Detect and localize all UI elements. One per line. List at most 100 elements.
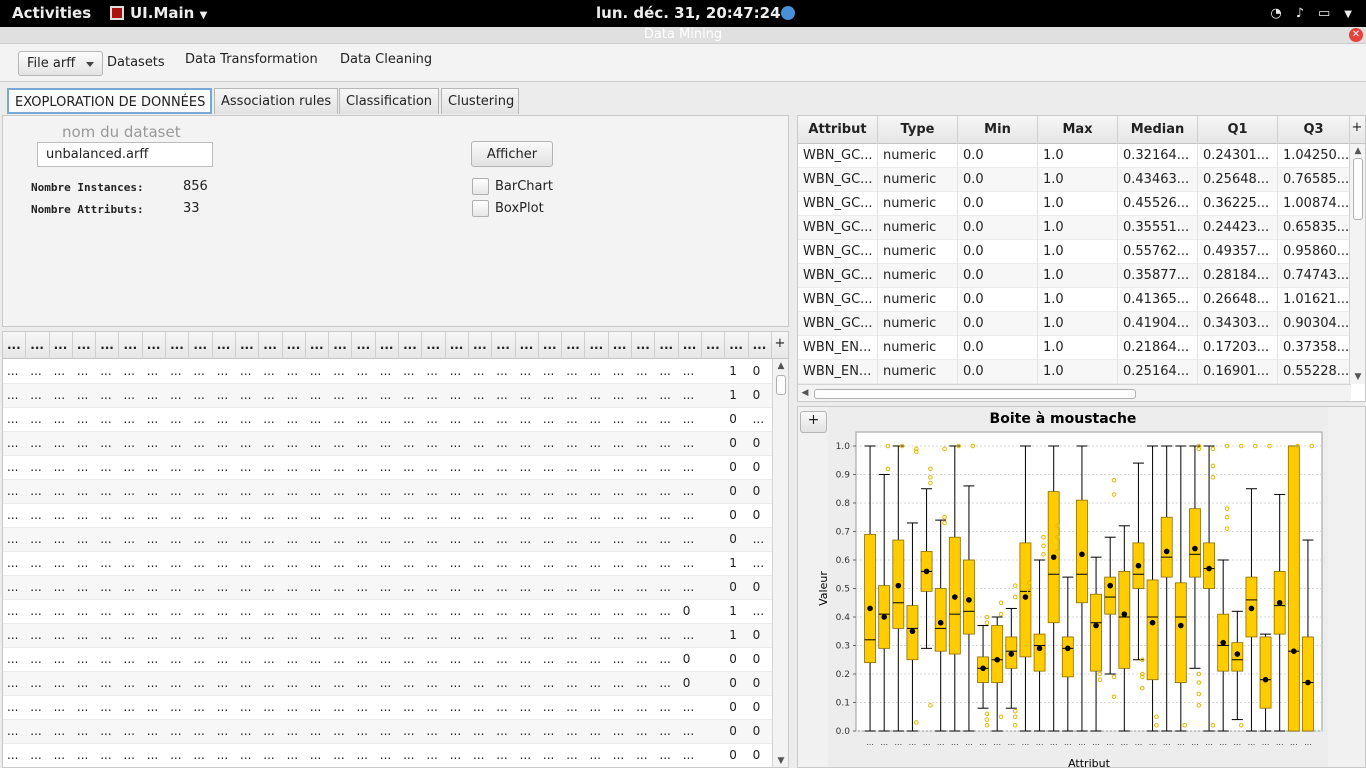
table-row[interactable]: WBN_GC... numeric 0.0 1.0 0.32164... 0.24301.… — [798, 144, 1350, 168]
column-header[interactable]: ... — [213, 332, 236, 359]
data-table-vertical-scrollbar[interactable]: ▲ ▼ — [772, 359, 788, 767]
column-header[interactable]: ... — [306, 332, 330, 359]
table-corner-button[interactable]: + — [772, 332, 788, 359]
column-header[interactable]: ... — [353, 332, 376, 359]
scrollbar-thumb[interactable] — [814, 389, 1136, 399]
scroll-left-icon[interactable]: ◀ — [798, 388, 812, 398]
table-row[interactable]: ........................................… — [3, 480, 773, 504]
barchart-checkbox[interactable] — [472, 178, 489, 195]
table-row[interactable]: ........................................… — [3, 384, 773, 408]
table-row[interactable]: WBN_EN... numeric 0.0 1.0 0.21864... 0.17203.… — [798, 336, 1350, 360]
column-header[interactable]: ... — [26, 332, 50, 359]
table-row[interactable]: ........................................… — [3, 696, 773, 720]
table-row[interactable]: WBN_GC... numeric 0.0 1.0 0.55762... 0.49357.… — [798, 240, 1350, 264]
tab-classification[interactable]: Classification — [339, 88, 439, 114]
column-header[interactable]: ... — [562, 332, 586, 359]
table-row[interactable]: ........................................… — [3, 432, 773, 456]
column-header[interactable]: Max — [1038, 116, 1118, 144]
table-row[interactable]: WBN_GC... numeric 0.0 1.0 0.45526... 0.36225.… — [798, 192, 1350, 216]
scroll-down-icon[interactable]: ▼ — [773, 756, 788, 766]
dataset-name-field[interactable]: unbalanced.arff — [37, 142, 213, 167]
column-header[interactable]: ... — [586, 332, 609, 359]
table-row[interactable]: ........................................… — [3, 360, 773, 384]
column-header[interactable]: ... — [749, 332, 772, 359]
column-header[interactable]: ... — [96, 332, 120, 359]
scroll-up-icon[interactable]: ▲ — [773, 361, 788, 371]
close-window-button[interactable]: ✕ — [1349, 28, 1363, 42]
table-row[interactable]: ........................................… — [3, 528, 773, 552]
column-header[interactable]: ... — [469, 332, 493, 359]
column-header[interactable]: Q3 — [1278, 116, 1350, 144]
table-row[interactable]: ........................................… — [3, 552, 773, 576]
chart-add-button[interactable]: + — [800, 411, 827, 433]
column-header[interactable]: ... — [516, 332, 539, 359]
column-header[interactable]: ... — [166, 332, 190, 359]
column-header[interactable]: ... — [609, 332, 633, 359]
data-table[interactable]: ........................................… — [2, 331, 789, 768]
column-header[interactable]: ... — [143, 332, 167, 359]
table-row[interactable]: ........................................… — [3, 600, 773, 624]
column-header[interactable]: ... — [3, 332, 27, 359]
table-row[interactable]: ........................................… — [3, 456, 773, 480]
clock[interactable]: lun. déc. 31, 20:47:24 — [596, 4, 795, 22]
table-row[interactable]: ........................................… — [3, 504, 773, 528]
afficher-button[interactable]: Afficher — [471, 141, 553, 167]
menu-datasets[interactable]: Datasets — [107, 55, 165, 70]
column-header[interactable]: Type — [878, 116, 958, 144]
table-row[interactable]: WBN_EN... numeric 0.0 1.0 0.25164... 0.16901.… — [798, 360, 1350, 384]
table-row[interactable]: ........................................… — [3, 624, 773, 648]
tab-association-rules[interactable]: Association rules — [214, 88, 338, 114]
column-header[interactable]: ... — [632, 332, 656, 359]
column-header[interactable]: ... — [446, 332, 469, 359]
scroll-up-icon[interactable]: ▲ — [1350, 146, 1365, 156]
table-row[interactable]: WBN_GC... numeric 0.0 1.0 0.41365... 0.26648.… — [798, 288, 1350, 312]
column-header[interactable]: ... — [399, 332, 423, 359]
table-row[interactable]: ........................................… — [3, 744, 773, 767]
column-header[interactable]: ... — [120, 332, 143, 359]
column-header[interactable]: ... — [329, 332, 353, 359]
table-row[interactable]: ........................................… — [3, 720, 773, 744]
column-header[interactable]: Q1 — [1198, 116, 1278, 144]
menu-data-cleaning[interactable]: Data Cleaning — [340, 52, 432, 67]
table-row[interactable]: WBN_GC... numeric 0.0 1.0 0.35551... 0.24423.… — [798, 216, 1350, 240]
stats-vertical-scrollbar[interactable]: ▲ ▼ — [1349, 144, 1365, 384]
column-header[interactable]: ... — [702, 332, 726, 359]
column-header[interactable]: Median — [1118, 116, 1198, 144]
column-header[interactable]: ... — [539, 332, 563, 359]
column-header[interactable]: ... — [259, 332, 283, 359]
stats-horizontal-scrollbar[interactable]: ◀ — [798, 384, 1351, 401]
column-header[interactable]: ... — [283, 332, 306, 359]
column-header[interactable]: ... — [655, 332, 679, 359]
column-header[interactable]: ... — [73, 332, 97, 359]
column-header[interactable]: ... — [679, 332, 702, 359]
table-row[interactable]: ........................................… — [3, 576, 773, 600]
column-header[interactable]: ... — [50, 332, 73, 359]
scrollbar-thumb[interactable] — [1353, 158, 1363, 220]
column-header[interactable]: ... — [376, 332, 400, 359]
table-row[interactable]: WBN_GC... numeric 0.0 1.0 0.41904... 0.34303.… — [798, 312, 1350, 336]
system-tray[interactable]: ◔ ♪ ▭ ▼ — [1256, 6, 1352, 21]
column-header[interactable]: ... — [189, 332, 213, 359]
scrollbar-thumb[interactable] — [776, 375, 786, 395]
column-header[interactable]: ... — [492, 332, 516, 359]
activities-button[interactable]: Activities — [12, 4, 91, 22]
scroll-down-icon[interactable]: ▼ — [1350, 372, 1365, 382]
table-row[interactable]: WBN_GC... numeric 0.0 1.0 0.43463... 0.25648.… — [798, 168, 1350, 192]
boxplot-checkbox[interactable] — [472, 200, 489, 217]
table-corner-button[interactable]: + — [1349, 116, 1365, 144]
table-row[interactable]: ........................................… — [3, 672, 773, 696]
table-row[interactable]: ........................................… — [3, 408, 773, 432]
table-row[interactable]: WBN_GC... numeric 0.0 1.0 0.35877... 0.28184.… — [798, 264, 1350, 288]
app-menu[interactable]: UI.Main ▼ — [110, 4, 207, 22]
menu-data-transformation[interactable]: Data Transformation — [185, 52, 318, 67]
tab-exploration[interactable]: EXOPLORATION DE DONNÉES — [7, 88, 212, 114]
column-header[interactable]: Attribut — [798, 116, 878, 144]
column-header[interactable]: ... — [422, 332, 446, 359]
column-header[interactable]: Min — [958, 116, 1038, 144]
file-arff-dropdown[interactable]: File arff — [18, 51, 103, 76]
table-row[interactable]: ........................................… — [3, 648, 773, 672]
column-header[interactable]: ... — [236, 332, 260, 359]
column-header[interactable]: ... — [725, 332, 749, 359]
statistics-table[interactable]: Attribut Type Min Max Median Q1 Q3 WBN_GC... nu… — [797, 115, 1366, 402]
tab-clustering[interactable]: Clustering — [441, 88, 519, 114]
